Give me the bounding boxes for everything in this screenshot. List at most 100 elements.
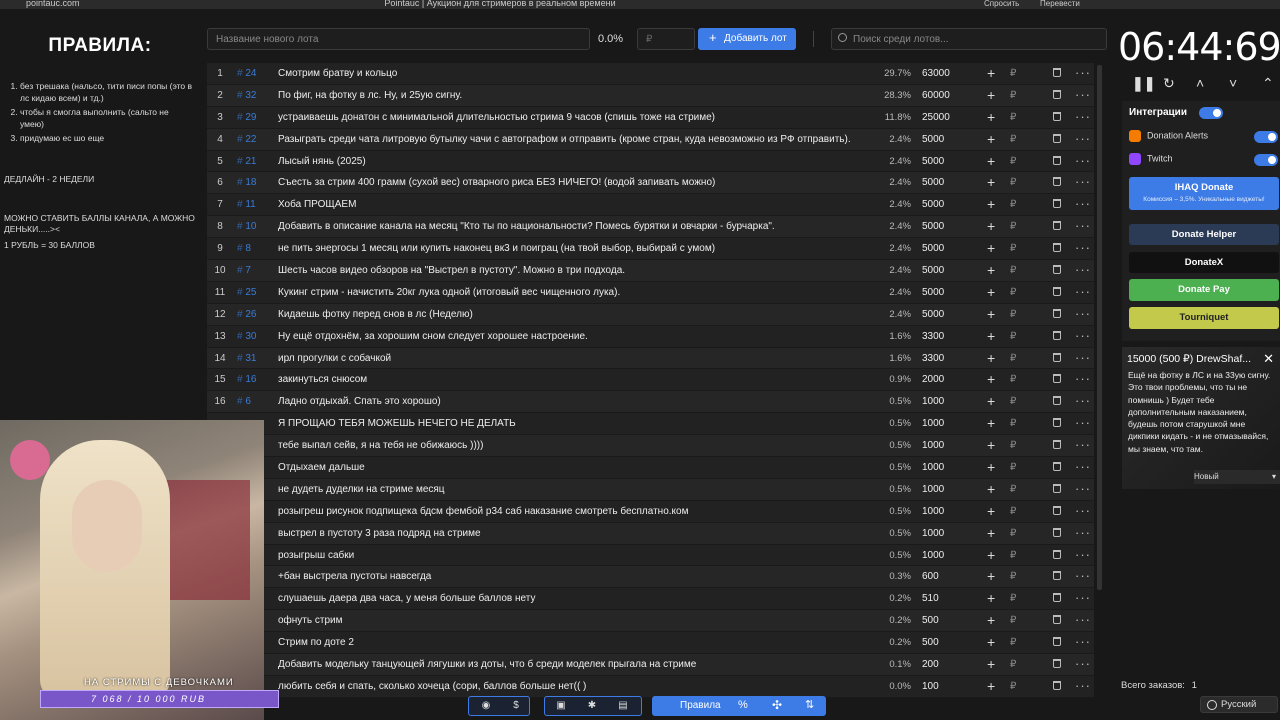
lot-search-input[interactable]: Поиск среди лотов...	[831, 28, 1107, 50]
trash-icon[interactable]	[1053, 505, 1061, 518]
ruble-icon[interactable]: ₽	[1010, 396, 1016, 407]
trash-icon[interactable]	[1053, 308, 1061, 321]
lot-name[interactable]: Лысый нянь (2025)	[278, 156, 878, 167]
lot-name[interactable]: устраиваешь донатон с минимальной длител…	[278, 112, 878, 123]
lot-row[interactable]: 11 # 25 Кукинг стрим - начистить 20кг лука…	[207, 281, 1094, 304]
ruble-icon[interactable]: ₽	[1010, 528, 1016, 539]
ruble-icon[interactable]: ₽	[1010, 221, 1016, 232]
archive-icon[interactable]: ▤	[611, 697, 635, 715]
lot-name[interactable]: Разыграть среди чата литровую бутылку ча…	[278, 134, 878, 145]
plus-icon[interactable]: +	[987, 153, 995, 169]
lot-amount[interactable]: 5000	[922, 221, 972, 232]
trash-icon[interactable]	[1053, 133, 1061, 146]
donation-alerts-toggle[interactable]	[1254, 131, 1278, 143]
plus-icon[interactable]: +	[987, 437, 995, 453]
lot-row[interactable]: 5 # 21 Лысый нянь (2025) 2.4% 5000 + ₽ ···	[207, 150, 1094, 173]
lot-row[interactable]: тебе выпал сейв, я на тебя не обижаюсь )…	[207, 435, 1094, 458]
plus-icon[interactable]: +	[987, 350, 995, 366]
lot-row[interactable]: слушаешь даера два часа, у меня больше б…	[207, 588, 1094, 611]
plus-icon[interactable]: +	[987, 547, 995, 563]
lot-row[interactable]: 1 # 24 Смотрим братву и кольцо 29.7% 63000 + ₽…	[207, 63, 1094, 85]
trash-icon[interactable]	[1053, 637, 1061, 649]
more-icon[interactable]: ···	[1075, 459, 1091, 474]
more-icon[interactable]: ···	[1075, 525, 1091, 540]
lot-amount[interactable]: 5000	[922, 265, 972, 276]
trash-icon[interactable]	[1053, 549, 1061, 562]
lot-amount[interactable]: 1000	[922, 506, 972, 517]
ruble-icon[interactable]: ₽	[1010, 112, 1016, 123]
lot-name[interactable]: Добавить модельку танцующей лягушки из д…	[278, 659, 878, 670]
ruble-icon[interactable]: ₽	[1010, 593, 1016, 604]
lot-amount[interactable]: 500	[922, 637, 972, 648]
trash-icon[interactable]	[1053, 462, 1061, 474]
trash-icon[interactable]	[1053, 615, 1061, 627]
plus-icon[interactable]: +	[987, 678, 995, 694]
trash-icon[interactable]	[1053, 243, 1061, 255]
lot-amount[interactable]: 1000	[922, 418, 972, 429]
ruble-icon[interactable]: ₽	[1010, 68, 1016, 79]
ruble-icon[interactable]: ₽	[1010, 331, 1016, 342]
more-icon[interactable]: ···	[1075, 328, 1091, 343]
more-icon[interactable]: ···	[1075, 503, 1091, 518]
lot-amount[interactable]: 1000	[922, 396, 972, 407]
plus-icon[interactable]: +	[987, 656, 995, 672]
trash-icon[interactable]	[1053, 352, 1061, 365]
ruble-icon[interactable]: ₽	[1010, 156, 1016, 167]
more-icon[interactable]: ···	[1075, 568, 1091, 583]
lot-amount[interactable]: 1000	[922, 528, 972, 539]
add-lot-button[interactable]: + Добавить лот	[698, 28, 796, 50]
lot-amount[interactable]: 5000	[922, 243, 972, 254]
plus-icon[interactable]: +	[987, 393, 995, 409]
more-icon[interactable]: ···	[1075, 415, 1091, 430]
ruble-icon[interactable]: ₽	[1010, 374, 1016, 385]
ruble-icon[interactable]: ₽	[1010, 134, 1016, 145]
more-icon[interactable]: ···	[1075, 371, 1091, 386]
lot-name[interactable]: тебе выпал сейв, я на тебя не обижаюсь )…	[278, 440, 878, 451]
lot-amount[interactable]: 1000	[922, 440, 972, 451]
plus-icon[interactable]: +	[987, 284, 995, 300]
lot-amount[interactable]: 500	[922, 615, 972, 626]
plus-icon[interactable]: +	[987, 262, 995, 278]
more-icon[interactable]: ···	[1075, 153, 1091, 168]
lot-amount[interactable]: 5000	[922, 177, 972, 188]
more-icon[interactable]: ···	[1075, 678, 1091, 693]
ext-ask[interactable]: Спросить	[984, 0, 1019, 8]
integrations-toggle[interactable]	[1199, 107, 1223, 119]
double-chevron-up-icon[interactable]: ⌃	[1262, 75, 1274, 92]
trash-icon[interactable]	[1053, 155, 1061, 168]
more-icon[interactable]: ···	[1075, 656, 1091, 671]
ruble-icon[interactable]: ₽	[1010, 615, 1016, 626]
ruble-icon[interactable]: ₽	[1010, 681, 1016, 692]
lot-name[interactable]: Смотрим братву и кольцо	[278, 68, 878, 79]
lot-name[interactable]: закинуться снюсом	[278, 374, 878, 385]
lot-name[interactable]: Добавить в описание канала на месяц "Кто…	[278, 221, 878, 232]
lot-row[interactable]: Добавить модельку танцующей лягушки из д…	[207, 654, 1094, 676]
plus-icon[interactable]: +	[987, 306, 995, 322]
trash-icon[interactable]	[1053, 330, 1061, 343]
ruble-icon[interactable]: ₽	[1010, 659, 1016, 670]
lot-amount[interactable]: 510	[922, 593, 972, 604]
ruble-icon[interactable]: ₽	[1010, 265, 1016, 276]
donate-helper-button[interactable]: Donate Helper	[1129, 224, 1279, 245]
ruble-icon[interactable]: ₽	[1010, 550, 1016, 561]
lot-name[interactable]: любить себя и спать, сколько хочеца (сор…	[278, 681, 878, 692]
lot-row[interactable]: 16 # 6 Ладно отдыхай. Спать это хорошо) 0.5…	[207, 391, 1094, 414]
lot-row[interactable]: Отдыхаем дальше 0.5% 1000 + ₽ ···	[207, 457, 1094, 479]
donatex-button[interactable]: DonateX	[1129, 252, 1279, 273]
donate-pay-button[interactable]: Donate Pay	[1129, 279, 1279, 301]
ext-translate[interactable]: Перевести	[1040, 0, 1080, 8]
lot-row[interactable]: не дудеть дуделки на стриме месяц 0.5% 100…	[207, 478, 1094, 501]
lot-name[interactable]: Кукинг стрим - начистить 20кг лука одной…	[278, 287, 878, 298]
ruble-icon[interactable]: ₽	[1010, 440, 1016, 451]
plus-icon[interactable]: +	[987, 634, 995, 650]
more-icon[interactable]: ···	[1075, 262, 1091, 277]
lot-amount[interactable]: 1000	[922, 550, 972, 561]
lot-row[interactable]: 6 # 18 Съесть за стрим 400 грамм (сухой ве…	[207, 172, 1094, 195]
ruble-icon[interactable]: ₽	[1010, 462, 1016, 473]
pause-icon[interactable]: ❚❚	[1132, 75, 1155, 92]
lot-name[interactable]: розыгрыш сабки	[278, 550, 878, 561]
scrollbar[interactable]	[1097, 65, 1102, 590]
more-icon[interactable]: ···	[1075, 547, 1091, 562]
trash-icon[interactable]	[1053, 527, 1061, 540]
more-icon[interactable]: ···	[1075, 131, 1091, 146]
